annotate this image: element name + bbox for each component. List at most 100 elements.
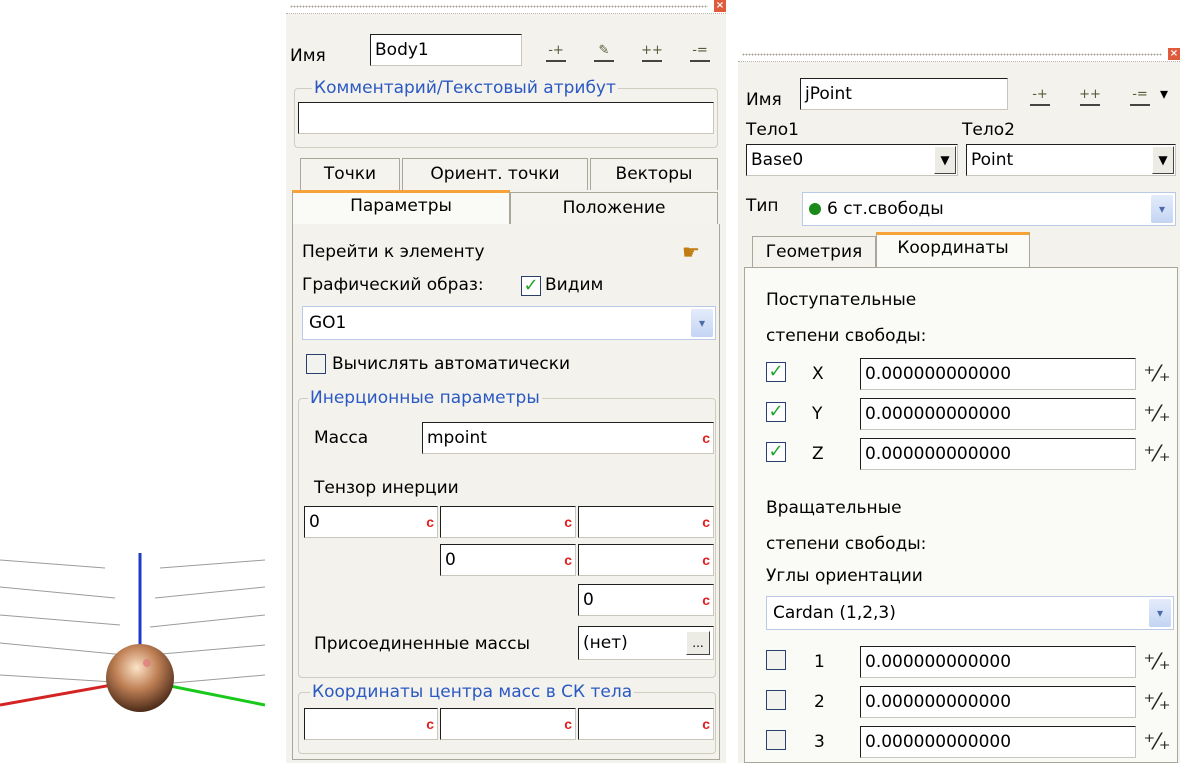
rot-3-input[interactable]: 0.000000000000 [860,726,1136,758]
constant-c-icon[interactable]: c [426,717,434,731]
rot-3-label: 3 [814,732,825,752]
dof-y-checkbox[interactable]: ✓ [766,402,786,422]
close-icon[interactable]: × [1168,48,1180,60]
tensor-r1c1-input[interactable]: 0 c [304,506,438,538]
mass-input[interactable]: mpoint c [422,422,714,454]
constant-c-icon[interactable]: c [702,593,710,607]
rot-2-input[interactable]: 0.000000000000 [860,686,1136,718]
tab-position[interactable]: Положение [510,192,718,224]
body1-select[interactable]: Base0 ▼ [746,144,958,176]
tensor-r2c2-input[interactable]: 0 c [440,544,576,576]
rot-2-checkbox[interactable] [766,690,786,710]
graphic-object-combo[interactable]: GO1 ▾ [302,306,716,340]
constant-c-icon[interactable]: c [702,431,710,445]
name-label: Имя [746,90,782,110]
constant-c-icon[interactable]: c [564,553,572,567]
tensor-r1c3-input[interactable]: c [578,506,714,538]
spin-updown-icon[interactable]: ⁺⁄₊ [1144,728,1171,756]
rot-1-input[interactable]: 0.000000000000 [860,646,1136,678]
auto-calc-checkbox[interactable] [306,354,326,374]
dropdown-arrow-icon[interactable]: ▼ [1152,146,1174,174]
body2-select[interactable]: Point ▼ [966,144,1176,176]
more-options-icon[interactable]: ▾ [1160,84,1168,103]
body-name-input[interactable]: Body1 [370,34,522,66]
mass-center-group-title: Координаты центра масс в СК тела [310,682,635,702]
dof-z-checkbox[interactable]: ✓ [766,442,786,462]
joint-properties-panel: × Имя jPoint -+ ++ -= ▾ Тело1 Тело2 Base… [738,48,1180,763]
add-multiple-icon[interactable]: ++ [1078,82,1102,106]
mass-center-x-input[interactable]: c [304,708,438,740]
spin-updown-icon[interactable]: ⁺⁄₊ [1144,648,1171,676]
close-icon[interactable]: × [714,0,726,12]
dof-z-input[interactable]: 0.000000000000 [860,438,1136,470]
mass-center-y-input[interactable]: c [440,708,576,740]
spin-updown-icon[interactable]: ⁺⁄₊ [1144,440,1171,468]
constant-c-icon[interactable]: c [564,515,572,529]
dof-y-label: Y [812,404,823,424]
point-body-sphere [106,644,174,712]
dof-x-label: X [812,364,824,384]
spin-updown-icon[interactable]: ⁺⁄₊ [1144,400,1171,428]
viewport-3d[interactable] [0,515,266,715]
constant-c-icon[interactable]: c [702,515,710,529]
constant-c-icon[interactable]: c [702,553,710,567]
body2-label: Тело2 [962,120,1015,140]
panel-grip-bar[interactable] [286,0,726,14]
attached-masses-label: Присоединенные массы [314,634,531,654]
edit-element-icon[interactable]: ✎ [592,38,616,62]
dof-x-input[interactable]: 0.000000000000 [860,358,1136,390]
mass-label: Масса [314,428,369,448]
tab-points[interactable]: Точки [300,158,400,190]
ellipsis-button[interactable]: ... [686,631,710,655]
goto-element-label: Перейти к элементу [302,242,485,262]
chevron-down-icon[interactable]: ▾ [1149,599,1171,627]
tensor-r1c2-input[interactable]: c [440,506,576,538]
mass-center-z-input[interactable]: c [578,708,714,740]
spin-updown-icon[interactable]: ⁺⁄₊ [1144,688,1171,716]
dof-x-checkbox[interactable]: ✓ [766,362,786,382]
tab-coordinates[interactable]: Координаты [876,232,1030,268]
rot-2-label: 2 [814,692,825,712]
dof-y-input[interactable]: 0.000000000000 [860,398,1136,430]
translational-label-1: Поступательные [766,290,917,310]
add-multiple-icon[interactable]: ++ [640,38,664,62]
orientation-angles-combo[interactable]: Cardan (1,2,3) ▾ [766,596,1174,630]
rot-1-label: 1 [814,652,825,672]
panel-grip-bar[interactable] [738,48,1180,62]
type-label: Тип [746,196,779,216]
chevron-down-icon[interactable]: ▾ [1151,195,1173,223]
tab-orient-points[interactable]: Ориент. точки [402,158,588,190]
add-element-icon[interactable]: -+ [544,38,568,62]
comment-input[interactable] [298,102,714,134]
goto-element-icon[interactable]: ☛ [682,240,700,264]
rot-1-checkbox[interactable] [766,650,786,670]
chevron-down-icon[interactable]: ▾ [691,309,713,337]
spin-updown-icon[interactable]: ⁺⁄₊ [1144,360,1171,388]
attached-masses-field[interactable]: (нет) ... [578,626,714,660]
remove-element-icon[interactable]: -= [688,38,712,62]
tab-parameters[interactable]: Параметры [292,190,510,224]
orientation-angles-label: Углы ориентации [766,566,923,586]
translational-label-2: степени свободы: [766,326,927,346]
joint-type-icon [809,203,821,215]
rotational-label-2: степени свободы: [766,534,927,554]
dropdown-arrow-icon[interactable]: ▼ [934,146,956,174]
tensor-r3c3-input[interactable]: 0 c [578,584,714,616]
joint-type-combo[interactable]: 6 ст.свободы ▾ [802,192,1176,226]
tensor-r2c3-input[interactable]: c [578,544,714,576]
visible-checkbox[interactable]: ✓ [521,276,541,296]
constant-c-icon[interactable]: c [702,717,710,731]
graphic-image-label: Графический образ: [302,275,484,295]
comment-group-title: Комментарий/Текстовый атрибут [312,78,618,98]
dof-z-label: Z [812,444,824,464]
inertia-tensor-label: Тензор инерции [314,478,459,498]
add-element-icon[interactable]: -+ [1028,82,1052,106]
tab-geometry[interactable]: Геометрия [752,236,876,268]
constant-c-icon[interactable]: c [564,717,572,731]
rot-3-checkbox[interactable] [766,730,786,750]
remove-element-icon[interactable]: -= [1128,82,1152,106]
constant-c-icon[interactable]: c [426,515,434,529]
tab-vectors[interactable]: Векторы [590,158,718,190]
body-properties-panel: × Имя Body1 -+ ✎ ++ -= Комментарий/Текст… [286,0,726,763]
joint-name-input[interactable]: jPoint [800,78,1008,110]
